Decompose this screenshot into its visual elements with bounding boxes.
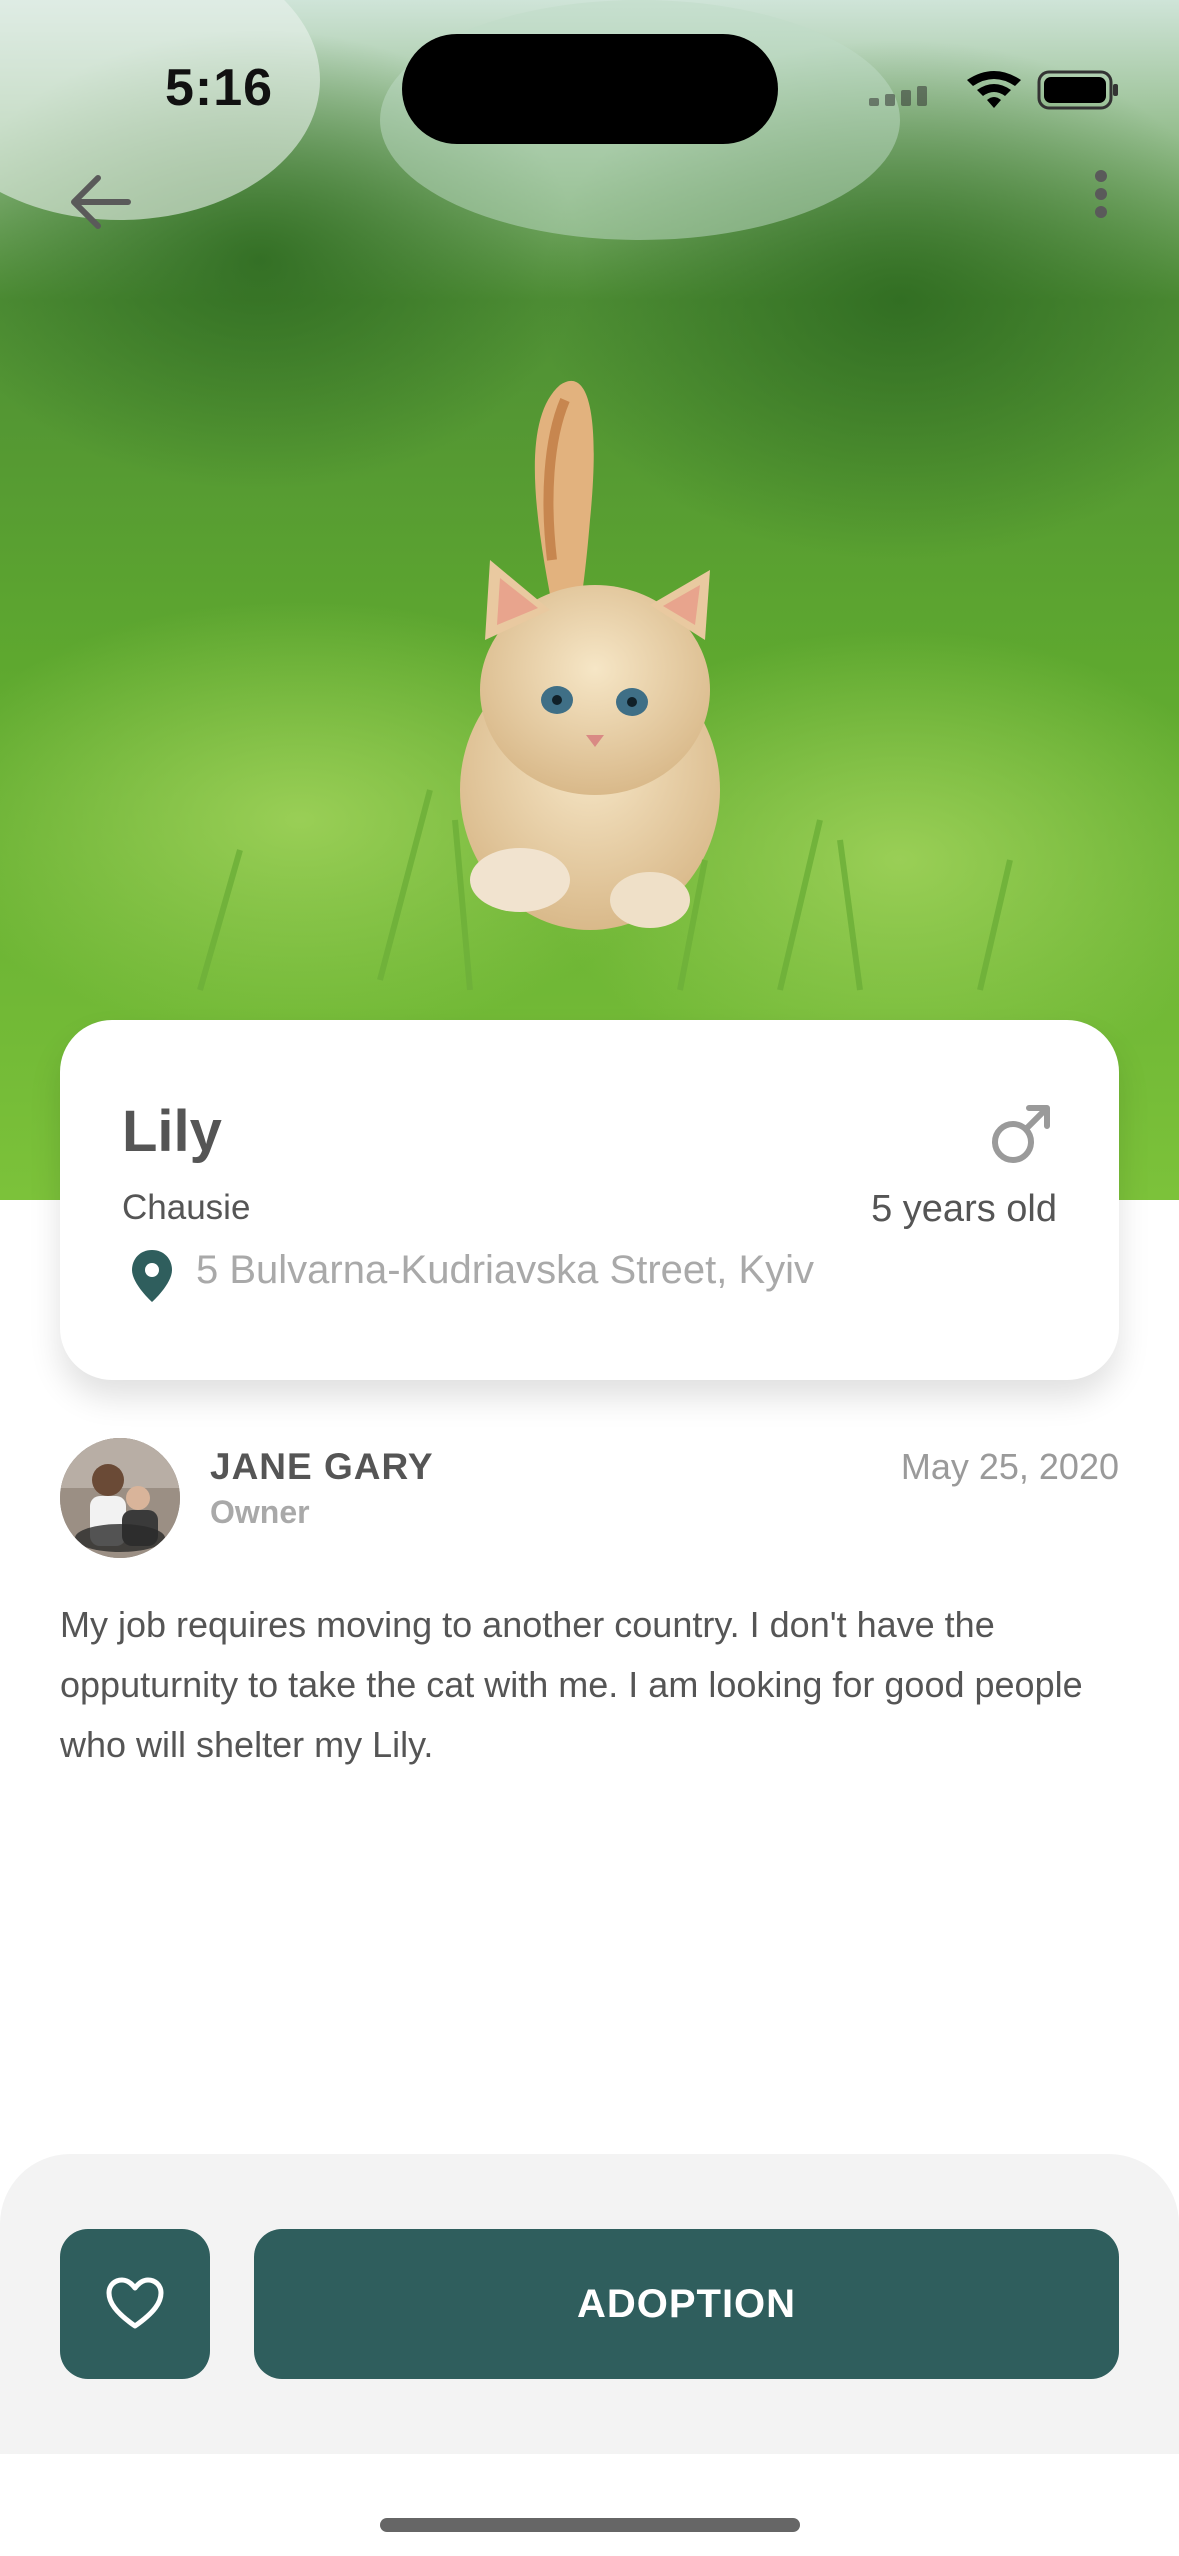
favorite-button[interactable] bbox=[60, 2229, 210, 2379]
status-icons bbox=[869, 60, 1119, 120]
owner-role: Owner bbox=[210, 1494, 310, 1530]
adoption-button[interactable]: ADOPTION bbox=[254, 2229, 1119, 2379]
pet-address: 5 Bulvarna-Kudriavska Street, Kyiv bbox=[196, 1248, 815, 1292]
more-options-button[interactable] bbox=[1059, 160, 1143, 244]
home-indicator[interactable] bbox=[380, 2518, 800, 2532]
male-icon bbox=[987, 1098, 1057, 1168]
battery-icon bbox=[1037, 70, 1118, 110]
post-date: May 25, 2020 bbox=[900, 1446, 1119, 1487]
owner-section: JANE GARY Owner May 25, 2020 bbox=[60, 1438, 1119, 1568]
pet-name: Lily bbox=[122, 1099, 222, 1164]
owner-name: JANE GARY bbox=[210, 1446, 434, 1487]
arrow-left-icon bbox=[71, 175, 131, 229]
avatar[interactable] bbox=[60, 1438, 180, 1558]
adoption-story: My job requires moving to another countr… bbox=[60, 1604, 1083, 1765]
heart-icon bbox=[106, 2277, 164, 2329]
dynamic-island bbox=[402, 34, 778, 144]
back-button[interactable] bbox=[62, 160, 146, 244]
location-pin-icon bbox=[130, 1248, 174, 1304]
status-time: 5:16 bbox=[165, 59, 274, 117]
pet-breed: Chausie bbox=[122, 1188, 251, 1227]
pet-info-card: Lily Chausie 5 years old 5 Bulvarna-Kudr… bbox=[60, 1020, 1119, 1380]
cellular-signal-icon bbox=[869, 86, 927, 106]
wifi-icon bbox=[967, 71, 1021, 108]
pet-age: 5 years old bbox=[871, 1188, 1057, 1230]
bottom-action-bar: ADOPTION bbox=[0, 2154, 1179, 2454]
more-vertical-icon bbox=[1095, 170, 1107, 218]
